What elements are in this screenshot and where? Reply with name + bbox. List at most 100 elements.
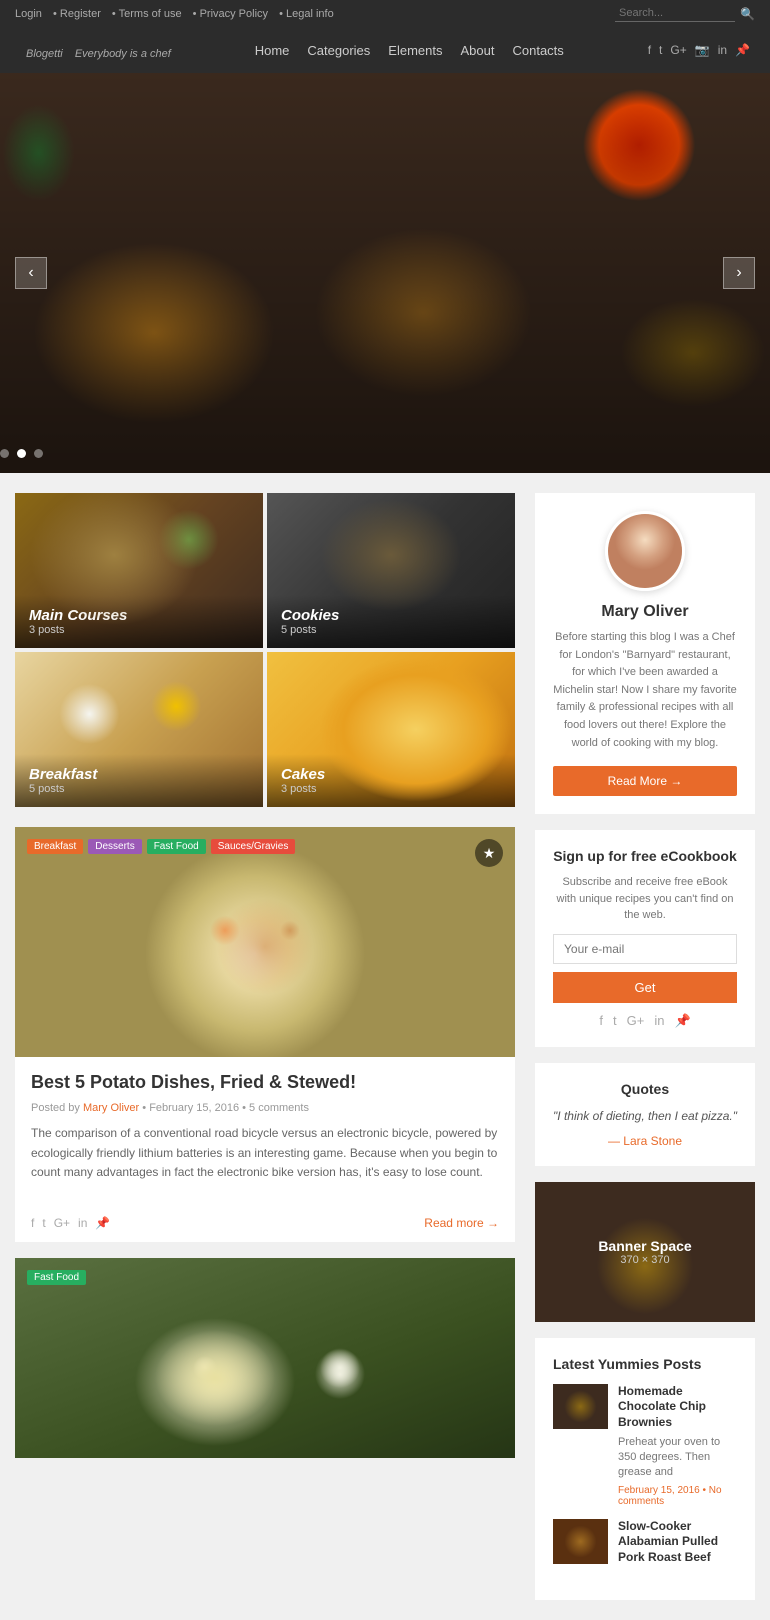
hero-prev-button[interactable]: ‹: [15, 257, 47, 289]
social-google[interactable]: G+: [670, 43, 686, 57]
latest-item-title-2: Slow-Cooker Alabamian Pulled Pork Roast …: [618, 1519, 737, 1566]
nav-contacts[interactable]: Contacts: [512, 43, 563, 58]
register-link[interactable]: Register: [60, 8, 101, 20]
post-body-1: Best 5 Potato Dishes, Fried & Stewed! Po…: [15, 1057, 515, 1208]
latest-info-1: Homemade Chocolate Chip Brownies Preheat…: [618, 1384, 737, 1507]
post-excerpt-1: The comparison of a conventional road bi…: [31, 1124, 499, 1182]
share-facebook[interactable]: f: [31, 1216, 34, 1230]
tag-breakfast[interactable]: Breakfast: [27, 839, 83, 854]
nav-elements[interactable]: Elements: [388, 43, 442, 58]
header-social[interactable]: f t G+ 📷 in 📌: [648, 43, 750, 57]
tag-desserts[interactable]: Desserts: [88, 839, 141, 854]
post-author-link[interactable]: Mary Oliver: [83, 1102, 139, 1114]
site-header: Blogetti Everybody is a chef Home Catego…: [0, 27, 770, 73]
ecookbook-facebook[interactable]: f: [599, 1013, 603, 1029]
search-icon[interactable]: 🔍: [740, 7, 755, 21]
latest-post-1[interactable]: Homemade Chocolate Chip Brownies Preheat…: [553, 1384, 737, 1507]
main-content: Main Courses 3 posts Cookies 5 posts Bre…: [0, 473, 770, 1620]
social-pinterest[interactable]: 📌: [735, 43, 750, 57]
share-twitter[interactable]: t: [42, 1216, 45, 1230]
post-image-2: Fast Food: [15, 1258, 515, 1458]
terms-link[interactable]: Terms of use: [119, 8, 182, 20]
category-posts-count: 5 posts: [281, 624, 501, 636]
ecookbook-pinterest[interactable]: 📌: [674, 1013, 690, 1029]
search-input[interactable]: [615, 5, 735, 22]
hero-slider: ‹ Cookies · Main Courses Slow-Cooker Ala…: [0, 73, 770, 473]
category-bg: [267, 652, 515, 807]
author-bio: Before starting this blog I was a Chef f…: [553, 629, 737, 752]
category-breakfast[interactable]: Breakfast 5 posts: [15, 652, 263, 807]
content-area: Main Courses 3 posts Cookies 5 posts Bre…: [15, 493, 515, 1600]
ecookbook-description: Subscribe and receive free eBook with un…: [553, 874, 737, 924]
legal-link[interactable]: Legal info: [286, 8, 334, 20]
category-cookies[interactable]: Cookies 5 posts: [267, 493, 515, 648]
social-linkedin[interactable]: in: [718, 43, 727, 57]
social-facebook[interactable]: f: [648, 43, 651, 57]
topbar: Login • Register • Terms of use • Privac…: [0, 0, 770, 27]
banner-space[interactable]: Banner Space 370 × 370: [535, 1182, 755, 1322]
quotes-card: Quotes "I think of dieting, then I eat p…: [535, 1063, 755, 1166]
latest-info-2: Slow-Cooker Alabamian Pulled Pork Roast …: [618, 1519, 737, 1570]
hero-dot-3[interactable]: [34, 449, 43, 458]
ecookbook-social[interactable]: f t G+ in 📌: [553, 1013, 737, 1029]
post-social-share[interactable]: f t G+ in 📌: [31, 1216, 110, 1230]
hero-overlay: [0, 73, 770, 473]
hero-dot-1[interactable]: [0, 449, 9, 458]
latest-post-2[interactable]: Slow-Cooker Alabamian Pulled Pork Roast …: [553, 1519, 737, 1570]
tag-fastfood[interactable]: Fast Food: [147, 839, 206, 854]
share-linkedin[interactable]: in: [78, 1216, 87, 1230]
avatar-image: [608, 514, 682, 588]
hero-dots[interactable]: [0, 449, 43, 458]
hero-next-button[interactable]: ›: [723, 257, 755, 289]
category-bg: [15, 493, 263, 648]
post-title-1: Best 5 Potato Dishes, Fried & Stewed!: [31, 1071, 499, 1094]
category-cakes[interactable]: Cakes 3 posts: [267, 652, 515, 807]
search-bar[interactable]: 🔍: [615, 5, 755, 22]
privacy-link[interactable]: Privacy Policy: [200, 8, 268, 20]
blog-post-1: Breakfast Desserts Fast Food Sauces/Grav…: [15, 827, 515, 1242]
hero-dot-2[interactable]: [17, 449, 26, 458]
ecookbook-google[interactable]: G+: [627, 1013, 645, 1029]
category-title: Breakfast: [29, 766, 249, 783]
quotes-title: Quotes: [553, 1081, 737, 1097]
banner-title: Banner Space: [598, 1238, 691, 1254]
share-pinterest[interactable]: 📌: [95, 1216, 110, 1230]
nav-categories[interactable]: Categories: [307, 43, 370, 58]
author-read-more-button[interactable]: Read More →: [553, 766, 737, 796]
post-read-more-1[interactable]: Read more →: [424, 1216, 499, 1230]
topbar-links[interactable]: Login • Register • Terms of use • Privac…: [15, 8, 342, 20]
social-twitter[interactable]: t: [659, 43, 662, 57]
category-posts-count: 5 posts: [29, 783, 249, 795]
category-overlay: Main Courses 3 posts: [15, 595, 263, 648]
nav-about[interactable]: About: [461, 43, 495, 58]
category-overlay: Cookies 5 posts: [267, 595, 515, 648]
quote-text: "I think of dieting, then I eat pizza.": [553, 1107, 737, 1126]
social-instagram[interactable]: 📷: [695, 43, 710, 57]
category-posts-count: 3 posts: [281, 783, 501, 795]
category-grid: Main Courses 3 posts Cookies 5 posts Bre…: [15, 493, 515, 807]
get-ecookbook-button[interactable]: Get: [553, 972, 737, 1003]
ecookbook-title: Sign up for free eCookbook: [553, 848, 737, 864]
author-name: Mary Oliver: [553, 603, 737, 621]
category-posts-count: 3 posts: [29, 624, 249, 636]
post-bookmark-icon[interactable]: ★: [475, 839, 503, 867]
category-bg: [15, 652, 263, 807]
latest-item-meta-1: February 15, 2016 • No comments: [618, 1485, 737, 1507]
post-tags-2: Fast Food: [27, 1270, 86, 1285]
share-google[interactable]: G+: [54, 1216, 70, 1230]
login-link[interactable]: Login: [15, 8, 42, 20]
email-input[interactable]: [553, 934, 737, 964]
ecookbook-twitter[interactable]: t: [613, 1013, 617, 1029]
tag-sauces[interactable]: Sauces/Gravies: [211, 839, 296, 854]
category-title: Cookies: [281, 607, 501, 624]
quote-author: — Lara Stone: [553, 1134, 737, 1148]
ecookbook-linkedin[interactable]: in: [654, 1013, 664, 1029]
main-nav[interactable]: Home Categories Elements About Contacts: [255, 43, 564, 58]
tag-fastfood-2[interactable]: Fast Food: [27, 1270, 86, 1285]
blog-post-2: Fast Food: [15, 1258, 515, 1458]
category-main-courses[interactable]: Main Courses 3 posts: [15, 493, 263, 648]
author-card: Mary Oliver Before starting this blog I …: [535, 493, 755, 814]
nav-home[interactable]: Home: [255, 43, 290, 58]
latest-thumb-1: [553, 1384, 608, 1429]
ecookbook-card: Sign up for free eCookbook Subscribe and…: [535, 830, 755, 1047]
